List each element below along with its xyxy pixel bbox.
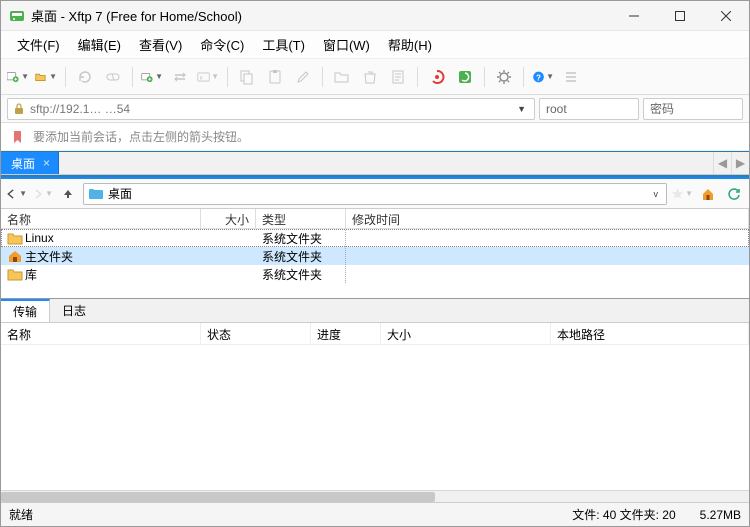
lock-icon [12,102,26,116]
up-button[interactable] [57,183,79,205]
file-row[interactable]: 库 系统文件夹 [1,265,749,283]
chevron-down-icon[interactable]: v [648,189,665,199]
file-name: 主文件夹 [25,248,73,265]
help-button[interactable]: ?▼ [532,66,554,88]
file-row[interactable]: 主文件夹 系统文件夹 [1,247,749,265]
file-type: 系统文件夹 [256,248,346,265]
new-folder-button[interactable] [331,66,353,88]
tab-next-button[interactable]: ▶ [731,152,749,174]
menu-help[interactable]: 帮助(H) [380,31,440,58]
app-icon [9,8,25,24]
open-session-button[interactable]: ▼ [35,66,57,88]
file-row[interactable]: Linux 系统文件夹 [1,229,749,247]
status-filecount: 文件: 40 文件夹: 20 [572,506,675,523]
menu-command[interactable]: 命令(C) [192,31,252,58]
menu-edit[interactable]: 编辑(E) [70,31,129,58]
star-button[interactable]: ▼ [671,183,693,205]
bookmark-icon [11,129,27,145]
copy-button[interactable] [236,66,258,88]
transfer-col-size[interactable]: 大小 [381,323,551,344]
forward-button[interactable]: ▼ [31,183,53,205]
paste-button[interactable] [264,66,286,88]
password-input[interactable]: 密码 [643,98,743,120]
tab-prev-button[interactable]: ◀ [713,152,731,174]
menu-view[interactable]: 查看(V) [131,31,190,58]
status-ready: 就绪 [9,506,33,523]
column-type[interactable]: 类型 [256,209,346,228]
status-size: 5.27MB [700,508,741,522]
disconnect-button[interactable] [102,66,124,88]
column-name[interactable]: 名称 [1,209,201,228]
close-button[interactable] [703,1,749,31]
menu-file[interactable]: 文件(F) [9,31,68,58]
folder-icon [88,186,104,202]
chevron-down-icon[interactable]: ▼ [511,104,532,114]
transfer-col-name[interactable]: 名称 [1,323,201,344]
transfer-col-status[interactable]: 状态 [201,323,311,344]
column-modified[interactable]: 修改时间 [346,209,749,228]
file-name: Linux [25,231,54,245]
reconnect-button[interactable] [74,66,96,88]
new-session-button[interactable]: ▼ [7,66,29,88]
back-button[interactable]: ▼ [5,183,27,205]
list-button[interactable] [560,66,582,88]
transfer-col-local[interactable]: 本地路径 [551,323,749,344]
sync-button[interactable] [169,66,191,88]
session-tab[interactable]: 桌面 × [1,152,59,174]
menu-window[interactable]: 窗口(W) [315,31,378,58]
path-text: 桌面 [108,185,648,202]
username-input[interactable]: root [539,98,639,120]
session-tab-label: 桌面 [11,155,35,172]
settings-button[interactable] [493,66,515,88]
library-icon [7,267,23,281]
host-combobox[interactable]: sftp://192.1… …54 ▼ [7,98,535,120]
home-icon [7,249,23,263]
properties-button[interactable] [387,66,409,88]
file-name: 库 [25,266,37,283]
menu-tools[interactable]: 工具(T) [254,31,313,58]
hint-text: 要添加当前会话，点击左侧的箭头按钮。 [33,128,249,145]
horizontal-scrollbar[interactable] [1,490,749,502]
transfer-tab[interactable]: 传输 [1,299,50,322]
maximize-button[interactable] [657,1,703,31]
edit-button[interactable] [292,66,314,88]
folder-icon [7,231,23,245]
path-combobox[interactable]: 桌面 v [83,183,667,205]
file-type: 系统文件夹 [256,230,346,247]
transfer-col-progress[interactable]: 进度 [311,323,381,344]
close-tab-icon[interactable]: × [43,156,50,170]
delete-button[interactable] [359,66,381,88]
column-size[interactable]: 大小 [201,209,256,228]
home-button[interactable] [697,183,719,205]
host-text: sftp://192.1… …54 [30,102,511,116]
file-type: 系统文件夹 [256,266,346,283]
swirl-red-icon[interactable] [426,66,448,88]
svg-text:?: ? [536,73,541,82]
transfer-body [1,345,749,490]
terminal-button[interactable]: ▼ [197,66,219,88]
swirl-green-icon[interactable] [454,66,476,88]
log-tab[interactable]: 日志 [50,299,98,322]
minimize-button[interactable] [611,1,657,31]
window-title: 桌面 - Xftp 7 (Free for Home/School) [31,6,242,25]
refresh-button[interactable] [723,183,745,205]
new-tab-button[interactable]: ▼ [141,66,163,88]
